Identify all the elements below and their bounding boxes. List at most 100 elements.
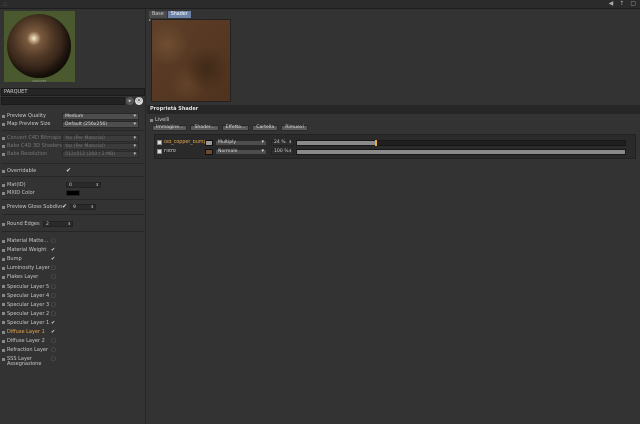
layer-toggle-label: Material Matte... — [7, 238, 49, 244]
tab-shader[interactable]: Shader — [167, 11, 191, 18]
blend-mode-dropdown[interactable]: Normale — [215, 148, 267, 155]
layer-toggle-row: Flakes Layer ▢ — [0, 273, 146, 281]
bullet-icon — [2, 266, 5, 270]
shader-layer-row[interactable]: Filtro Normale 100 % — [157, 148, 635, 155]
visibility-icon[interactable] — [157, 140, 162, 145]
bullet-icon — [2, 275, 5, 279]
opacity-field[interactable]: 24 % — [271, 139, 294, 146]
round-edges-field[interactable]: 2 — [43, 221, 73, 227]
mxid-color-row: MXID Color — [0, 189, 146, 197]
layer-toggle-row: Material Weight ✔ — [0, 246, 146, 254]
layers-section[interactable]: Livelli — [150, 117, 169, 123]
layer-toggle-checkbox[interactable]: ▢ — [51, 356, 57, 362]
layer-toggle-checkbox[interactable]: ▢ — [51, 265, 57, 271]
layer-action-button[interactable]: Rimuovi — [281, 125, 308, 131]
material-preview[interactable]: PARQUET — [4, 11, 75, 83]
gloss-subdivs-field[interactable]: 9 — [70, 204, 96, 210]
bullet-icon — [2, 122, 5, 126]
layer-toggle-label: Bump — [7, 256, 22, 263]
opacity-slider-handle[interactable] — [374, 139, 377, 146]
layer-toggle-checkbox[interactable]: ✔ — [51, 256, 57, 262]
tab-base[interactable]: Base — [149, 11, 167, 18]
assign-label: Assegnazione — [7, 361, 42, 367]
divider — [2, 130, 144, 131]
layer-toggle-checkbox[interactable]: ▢ — [51, 274, 57, 280]
preview-sphere — [7, 14, 71, 78]
layer-toggle-checkbox[interactable]: ▢ — [51, 338, 57, 344]
history-button[interactable]: ▸ — [126, 97, 134, 105]
layer-toggle-checkbox[interactable]: ▢ — [51, 293, 57, 299]
round-edges-label: Round Edges — [7, 221, 40, 227]
mxid-color-swatch[interactable] — [66, 190, 80, 196]
setting-label: Convert C4D Bitmaps — [7, 135, 61, 141]
mat-id-label: Mat(ID) — [7, 182, 26, 188]
preview-quality-dropdown[interactable]: Medium — [62, 112, 139, 120]
bake-resolution-dropdown[interactable]: 512x512 (260 / 2 MB) — [62, 150, 139, 158]
search-input[interactable] — [1, 97, 125, 105]
bullet-icon — [2, 248, 5, 252]
layer-toggle-row: Specular Layer 3 ▢ — [0, 301, 146, 309]
map-preview-size-dropdown[interactable]: Default (256x256) — [62, 120, 139, 128]
opacity-slider-fill — [297, 140, 376, 145]
up-arrow-icon[interactable]: ↑ — [619, 0, 624, 7]
layer-toggle-checkbox[interactable]: ✔ — [51, 320, 57, 326]
layer-action-button[interactable]: Immagine... — [152, 125, 188, 131]
layer-toggle-checkbox[interactable]: ▢ — [51, 302, 57, 308]
setting-preview-quality: Preview Quality Medium — [0, 112, 146, 120]
search-icon[interactable]: ⦿ — [135, 97, 143, 105]
layer-toggle-label: Material Weight — [7, 247, 47, 254]
setting-bake-resolution: Bake Resolution 512x512 (260 / 2 MB) — [0, 150, 146, 158]
bullet-icon — [2, 339, 5, 343]
layer-toggle-checkbox[interactable]: ▢ — [51, 238, 57, 244]
layer-toggle-row: Diffuse Layer 1 ✔ — [0, 328, 146, 336]
shader-layer-list: old_copper_bump Multiply 24 % Filtro Normale… — [154, 134, 636, 159]
bullet-icon — [2, 144, 5, 148]
layer-toggle-row: Material Matte... ▢ — [0, 237, 146, 245]
opacity-slider-fill — [297, 149, 625, 154]
gloss-subdivs-checkbox[interactable]: ✔ — [62, 204, 68, 210]
layer-action-button[interactable]: Cartella — [252, 125, 279, 131]
bullet-icon — [2, 152, 5, 156]
divider — [2, 214, 144, 215]
material-name-field[interactable]: PARQUET — [1, 88, 145, 96]
overridable-checkbox[interactable]: ✔ — [66, 168, 72, 174]
bullet-icon — [2, 330, 5, 334]
bullet-icon — [2, 239, 5, 243]
bullet-icon — [2, 348, 5, 352]
layer-toggle-label: Diffuse Layer 1 — [7, 329, 45, 335]
layer-toggle-checkbox[interactable]: ▢ — [51, 284, 57, 290]
collapse-icon[interactable] — [150, 118, 153, 122]
setting-convert-c4d-bitmaps: Convert C4D Bitmaps Yes (Per Material) — [0, 134, 146, 142]
layer-toggle-checkbox[interactable]: ✔ — [51, 329, 57, 335]
bake-c4d-3d-shaders-dropdown[interactable]: Yes (Per Material) — [62, 142, 139, 150]
layer-action-button[interactable]: Shader... — [190, 125, 219, 131]
mat-id-row: Mat(ID) 0 — [0, 181, 146, 189]
convert-c4d-bitmaps-dropdown[interactable]: Yes (Per Material) — [62, 134, 139, 142]
divider — [2, 163, 144, 164]
bullet-icon — [2, 357, 5, 361]
layer-toggle-row: Bump ✔ — [0, 255, 146, 263]
layer-buttons: Immagine... Shader... Effetto... Cartella Ri… — [152, 125, 308, 131]
expand-icon[interactable]: ▸ — [149, 17, 151, 22]
layer-toggle-checkbox[interactable]: ✔ — [51, 247, 57, 253]
shader-properties-header: Proprietà Shader — [147, 105, 640, 114]
layer-toggle-checkbox[interactable]: ▢ — [51, 311, 57, 317]
bullet-icon — [2, 114, 5, 118]
layer-action-button[interactable]: Effetto... — [221, 125, 250, 131]
visibility-icon[interactable] — [157, 149, 162, 154]
bullet-icon — [2, 205, 5, 209]
window-icon[interactable]: ▢ — [630, 0, 636, 7]
layer-toggle-label: Refraction Layer — [7, 347, 49, 354]
layer-toggle-checkbox[interactable]: ▢ — [51, 347, 57, 353]
opacity-slider[interactable] — [296, 139, 626, 146]
shader-layer-row[interactable]: old_copper_bump Multiply 24 % — [157, 139, 635, 146]
mat-id-field[interactable]: 0 — [66, 182, 101, 188]
top-toolbar: :: ◀ ↑ ▢ — [0, 0, 640, 9]
grip-icon[interactable]: :: — [3, 1, 7, 8]
back-arrow-icon[interactable]: ◀ — [609, 0, 614, 7]
opacity-field[interactable]: 100 % — [271, 148, 294, 155]
blend-mode-dropdown[interactable]: Multiply — [215, 139, 267, 146]
shader-layer-name: old_copper_bump — [164, 140, 205, 145]
opacity-slider[interactable] — [296, 148, 626, 155]
divider — [2, 231, 144, 232]
